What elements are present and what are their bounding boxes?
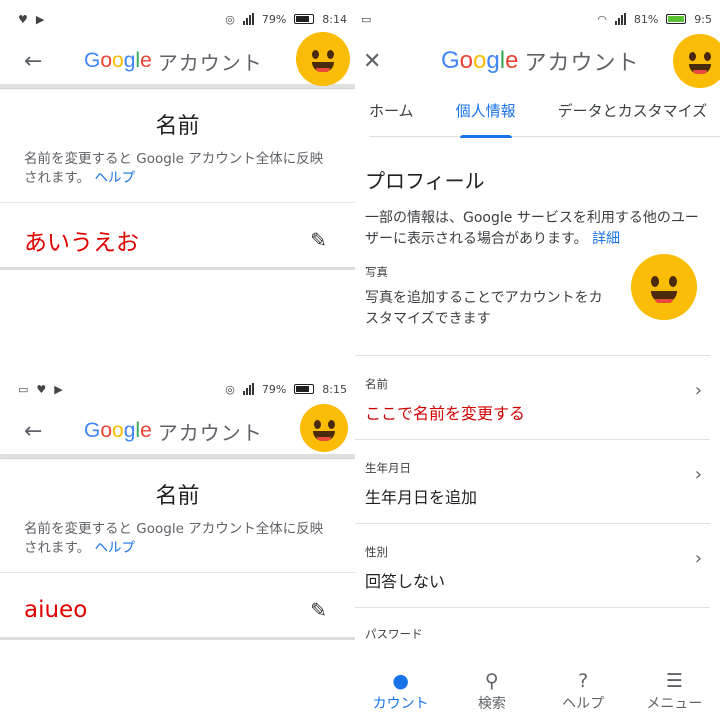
help-link[interactable]: ヘルプ — [94, 170, 135, 186]
sync-icon: ◎ — [225, 12, 235, 26]
status-bar: ▭ ♥ ▶ ◎ 79% 8:15 — [0, 370, 355, 408]
battery-icon — [294, 384, 315, 394]
battery-icon — [294, 14, 315, 24]
heart-icon: ♥ — [36, 382, 47, 396]
google-logo: Google — [441, 47, 519, 74]
nav-menu[interactable]: ☰ メニュー — [629, 662, 720, 720]
name-row[interactable]: aiueo ✎ — [0, 573, 355, 633]
clock: 8:15 — [322, 382, 347, 396]
avatar[interactable] — [296, 32, 350, 86]
close-icon[interactable]: ✕ — [363, 49, 441, 74]
image-icon: ▭ — [361, 12, 372, 26]
chevron-right-icon: › — [694, 380, 702, 401]
nav-search[interactable]: ⚲ 検索 — [446, 662, 537, 720]
heart-icon: ♥ — [18, 12, 28, 26]
row-label: 生年月日 — [365, 461, 411, 475]
pencil-icon[interactable]: ✎ — [310, 598, 327, 622]
divider — [0, 84, 355, 88]
tab-data-customize[interactable]: データとカスタマイズ — [558, 100, 708, 121]
description: 名前を変更すると Google アカウント全体に反映されます。 ヘルプ — [24, 521, 324, 556]
app-bar: ← Google アカウント — [0, 32, 355, 86]
help-icon: ? — [578, 670, 589, 692]
row-value: 生年月日を追加 — [365, 488, 478, 507]
pencil-icon[interactable]: ✎ — [310, 228, 327, 252]
name-value: aiueo — [24, 597, 88, 623]
back-arrow-icon[interactable]: ← — [24, 49, 84, 74]
help-link[interactable]: ヘルプ — [94, 540, 135, 556]
name-value: あいうえお — [24, 230, 139, 256]
card-title: 名前 — [155, 114, 200, 139]
signal-icon — [242, 13, 254, 25]
gender-row[interactable]: 性別 回答しない › — [355, 524, 710, 608]
image-icon: ▭ — [18, 382, 29, 396]
battery-percent: 81% — [633, 12, 659, 26]
avatar[interactable] — [631, 254, 697, 320]
divider — [0, 267, 355, 270]
password-row[interactable]: パスワード — [355, 608, 710, 648]
left-top-screen: ♥ ▶ ◎ 79% 8:14 ← Google アカウント 名前 名前を変更すると… — [0, 0, 355, 300]
battery-percent: 79% — [261, 12, 287, 26]
battery-percent: 79% — [261, 382, 287, 396]
row-value: 回答しない — [365, 572, 446, 591]
page-title: アカウント — [524, 51, 640, 76]
clock: 8:14 — [322, 12, 347, 26]
row-value: ここで名前を変更する — [365, 404, 526, 423]
back-arrow-icon[interactable]: ← — [24, 419, 84, 444]
avatar[interactable] — [300, 404, 348, 452]
birthday-row[interactable]: 生年月日 生年月日を追加 › — [355, 440, 710, 524]
tab-home[interactable]: ホーム — [369, 100, 414, 121]
status-bar: ▭ ◠ 81% 9:5 — [355, 0, 720, 38]
chevron-right-icon: › — [694, 464, 702, 485]
sync-icon: ◎ — [225, 382, 235, 396]
page-title: アカウント — [157, 50, 263, 75]
right-screen: ▭ ◠ 81% 9:5 ✕ Google アカウント ホーム 個人情報 データと… — [355, 0, 720, 720]
card-title: 名前 — [155, 484, 200, 509]
description: 名前を変更すると Google アカウント全体に反映されます。 ヘルプ — [24, 151, 324, 186]
photo-row[interactable]: 写真 写真を追加することでアカウントをカスタマイズできます — [355, 254, 710, 356]
chevron-right-icon: › — [694, 548, 702, 569]
signal-icon — [242, 383, 254, 395]
google-logo: Google — [84, 419, 152, 442]
app-bar: ✕ Google アカウント — [355, 34, 720, 88]
page-title: アカウント — [157, 420, 263, 445]
section-heading: プロフィール — [365, 169, 485, 193]
clock: 9:5 — [694, 12, 712, 26]
search-icon: ⚲ — [484, 670, 499, 692]
row-label: パスワード — [365, 627, 423, 641]
nav-help[interactable]: ? ヘルプ — [538, 662, 629, 720]
name-row[interactable]: あいうえお ✎ — [0, 203, 355, 263]
account-icon: ● — [392, 670, 409, 692]
name-row[interactable]: 名前 ここで名前を変更する › — [355, 356, 710, 440]
media-icon: ▶ — [35, 12, 45, 26]
media-icon: ▶ — [54, 382, 63, 396]
divider — [0, 637, 355, 640]
avatar[interactable] — [673, 34, 720, 88]
detail-link[interactable]: 詳細 — [592, 231, 620, 247]
left-bottom-screen: ▭ ♥ ▶ ◎ 79% 8:15 ← Google アカウント 名前 名前を変更する… — [0, 370, 355, 720]
profile-description: 一部の情報は、Google サービスを利用する他のユーザーに表示される場合があり… — [365, 210, 699, 247]
bottom-nav: ● カウント ⚲ 検索 ? ヘルプ ☰ メニュー — [355, 662, 720, 720]
divider — [0, 454, 355, 458]
battery-icon — [666, 14, 687, 24]
signal-icon — [614, 13, 626, 25]
tab-personal-info[interactable]: 個人情報 — [456, 100, 516, 138]
menu-icon: ☰ — [665, 670, 683, 692]
row-description: 写真を追加することでアカウントをカスタマイズできます — [365, 290, 603, 327]
row-label: 名前 — [365, 377, 388, 391]
wifi-icon: ◠ — [597, 12, 607, 26]
google-logo: Google — [84, 49, 152, 72]
app-bar: ← Google アカウント — [0, 404, 355, 454]
status-bar: ♥ ▶ ◎ 79% 8:14 — [0, 0, 355, 38]
nav-account[interactable]: ● カウント — [355, 662, 446, 720]
tab-bar: ホーム 個人情報 データとカスタマイズ — [355, 84, 720, 138]
row-label: 性別 — [365, 545, 388, 559]
screenshot-collage: ♥ ▶ ◎ 79% 8:14 ← Google アカウント 名前 名前を変更すると… — [0, 0, 720, 720]
